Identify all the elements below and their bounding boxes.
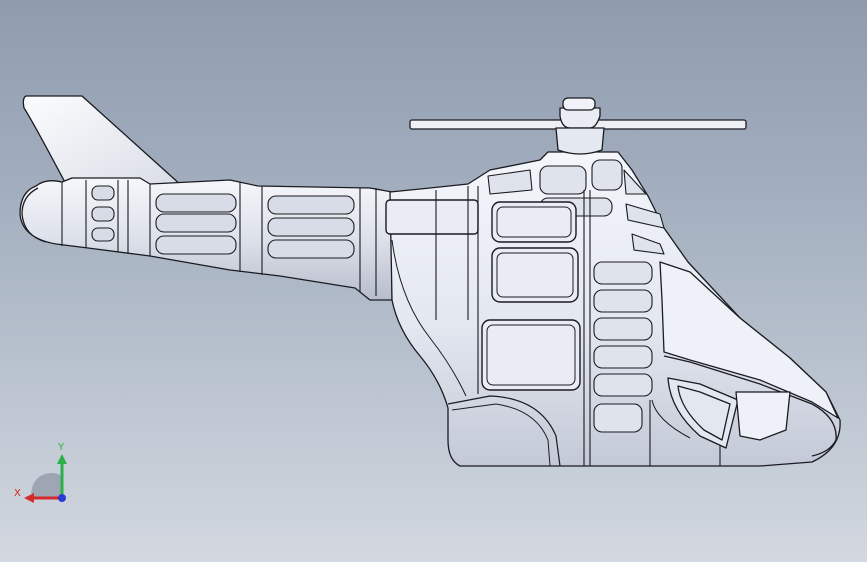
y-axis-label: Y (57, 442, 65, 453)
graphics-viewport[interactable]: Y X (0, 0, 867, 562)
axis-triad: Y X (14, 442, 67, 503)
tail-fin (22, 95, 183, 189)
helicopter-model[interactable] (0, 0, 867, 562)
z-axis-dot-icon (58, 494, 66, 502)
x-axis-arrow-icon (24, 493, 34, 503)
triad-quadrant (31, 472, 62, 498)
x-axis-label: X (14, 488, 21, 499)
y-axis-arrow-icon (57, 454, 67, 464)
